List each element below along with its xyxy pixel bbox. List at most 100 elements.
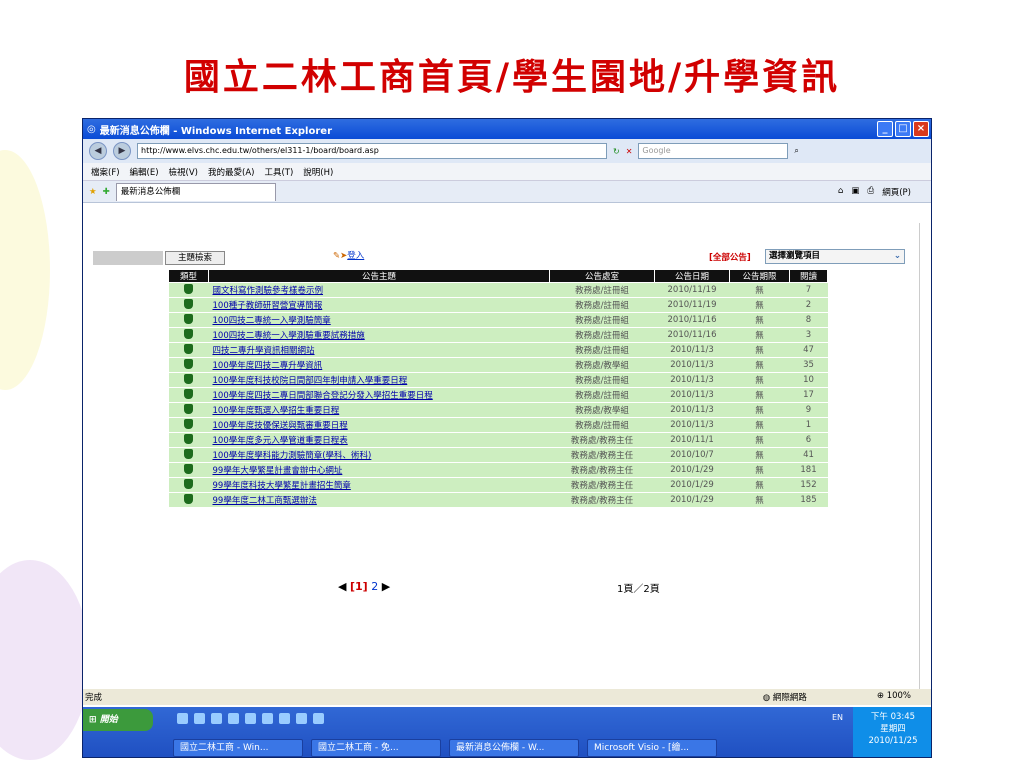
home-icon[interactable]: ⌂ (838, 186, 843, 198)
table-cell: 無 (729, 282, 790, 298)
table-row[interactable]: 100學年度四技二專日間部聯合登記分發入學招生重要日程 教務處/註冊組 2010/1… (168, 387, 828, 403)
menu-tools[interactable]: 工具(T) (264, 166, 293, 178)
search-box[interactable] (93, 251, 163, 265)
notice-subject-link[interactable]: 100學年度四技二專升學資訊 (208, 357, 550, 373)
notice-subject-link[interactable]: 100學年度四技二專日間部聯合登記分發入學招生重要日程 (208, 387, 550, 403)
topic-search-button[interactable]: 主題檢索 (165, 251, 225, 265)
table-cell: 教務處/教務主任 (549, 477, 655, 493)
zoom-level[interactable]: ⊕ 100% (877, 691, 911, 703)
close-button[interactable]: × (913, 121, 929, 137)
back-arrow-icon[interactable]: ◀ (89, 142, 107, 160)
table-row[interactable]: 99學年度二林工商甄選辦法 教務處/教務主任 2010/1/29 無 185 (168, 492, 828, 508)
language-indicator[interactable]: EN (832, 713, 843, 722)
add-favorites-icon[interactable]: ✚ (103, 187, 110, 197)
notice-subject-link[interactable]: 100學年度科技校院日間部四年制申請入學重要日程 (208, 372, 550, 388)
prev-page-icon[interactable]: ◀ (338, 580, 346, 593)
table-row[interactable]: 100學年度技優保送與甄審重要日程 教務處/註冊組 2010/11/3 無 1 (168, 417, 828, 433)
print-icon[interactable]: ⎙ (867, 186, 874, 198)
maximize-button[interactable]: □ (895, 121, 911, 137)
favorites-star-icon[interactable]: ★ (89, 187, 97, 197)
tab-board[interactable]: 最新消息公佈欄 (115, 182, 276, 201)
notice-subject-link[interactable]: 99學年度二林工商甄選辦法 (208, 492, 550, 508)
task-button[interactable]: 國立二林工商 - 免... (311, 739, 441, 757)
menu-view[interactable]: 檢視(V) (169, 166, 198, 178)
notice-subject-link[interactable]: 99學年大學繁星計畫會辦中心網址 (208, 462, 550, 478)
table-row[interactable]: 四技二專升學資訊相關網站 教務處/註冊組 2010/11/3 無 47 (168, 342, 828, 358)
menu-edit[interactable]: 編輯(E) (130, 166, 159, 178)
menu-favorites[interactable]: 我的最愛(A) (208, 166, 254, 178)
all-notice-link[interactable]: [全部公告] (709, 251, 751, 263)
table-row[interactable]: 100四技二專統一入學測驗簡章 教務處/註冊組 2010/11/16 無 8 (168, 312, 828, 328)
url-field[interactable]: http://www.elvs.chc.edu.tw/others/el311-… (137, 143, 607, 159)
table-row[interactable]: 100學年度科技校院日間部四年制申請入學重要日程 教務處/註冊組 2010/11/3… (168, 372, 828, 388)
table-cell: 無 (729, 432, 790, 448)
notice-subject-link[interactable]: 100學年度多元入學管道重要日程表 (208, 432, 550, 448)
minimize-button[interactable]: _ (877, 121, 893, 137)
task-button[interactable]: Microsoft Visio - [繪... (587, 739, 717, 757)
notice-subject-link[interactable]: 100學年度技優保送與甄審重要日程 (208, 417, 550, 433)
notice-subject-link[interactable]: 100學年度學科能力測驗簡章(學科、術科) (208, 447, 550, 463)
table-row[interactable]: 國文科寫作測驗參考樣卷示例 教務處/註冊組 2010/11/19 無 7 (168, 282, 828, 298)
table-row[interactable]: 100四技二專統一入學測驗重要試務措施 教務處/註冊組 2010/11/16 無 3 (168, 327, 828, 343)
table-row[interactable]: 99學年大學繁星計畫會辦中心網址 教務處/教務主任 2010/1/29 無 181 (168, 462, 828, 478)
column-header: 公告日期 (654, 269, 730, 283)
vertical-scrollbar[interactable] (919, 223, 929, 689)
search-icon[interactable]: ⌕ (794, 146, 798, 156)
type-cell (168, 387, 209, 403)
notice-subject-link[interactable]: 100學年度甄選入學招生重要日程 (208, 402, 550, 418)
page-2-link[interactable]: 2 (371, 580, 378, 593)
quick-launch-icon[interactable] (177, 713, 188, 724)
status-text: 完成 (85, 693, 103, 703)
table-cell: 2010/11/19 (654, 297, 730, 313)
table-row[interactable]: 100學年度多元入學管道重要日程表 教務處/教務主任 2010/11/1 無 6 (168, 432, 828, 448)
clock-weekday: 星期四 (880, 724, 906, 734)
table-cell: 無 (729, 477, 790, 493)
menu-help[interactable]: 說明(H) (303, 166, 333, 178)
quick-launch-icon[interactable] (296, 713, 307, 724)
notice-subject-link[interactable]: 國文科寫作測驗參考樣卷示例 (208, 282, 550, 298)
notice-subject-link[interactable]: 四技二專升學資訊相關網站 (208, 342, 550, 358)
login-link[interactable]: ✎➤登入 (333, 249, 364, 261)
type-cell (168, 432, 209, 448)
shield-icon (184, 343, 193, 354)
feeds-icon[interactable]: ▣ (851, 186, 859, 198)
table-row[interactable]: 100學年度學科能力測驗簡章(學科、術科) 教務處/教務主任 2010/10/7 無 4… (168, 447, 828, 463)
quick-launch-icon[interactable] (245, 713, 256, 724)
notice-subject-link[interactable]: 99學年度科技大學繁星計畫招生簡章 (208, 477, 550, 493)
table-row[interactable]: 99學年度科技大學繁星計畫招生簡章 教務處/教務主任 2010/1/29 無 152 (168, 477, 828, 493)
refresh-icon[interactable]: ↻ (613, 147, 620, 156)
quick-launch-icon[interactable] (279, 713, 290, 724)
quick-launch-icon[interactable] (262, 713, 273, 724)
column-header: 公告處室 (549, 269, 655, 283)
start-button[interactable]: ⊞ 開始 (83, 709, 153, 731)
notice-subject-link[interactable]: 100四技二專統一入學測驗重要試務措施 (208, 327, 550, 343)
search-input[interactable]: Google (638, 143, 789, 159)
column-header: 公告主題 (208, 269, 550, 283)
table-cell: 7 (789, 282, 828, 298)
quick-launch-icon[interactable] (194, 713, 205, 724)
quick-launch-icon[interactable] (313, 713, 324, 724)
menu-file[interactable]: 檔案(F) (91, 166, 120, 178)
type-cell (168, 492, 209, 508)
quick-launch-icon[interactable] (228, 713, 239, 724)
stop-icon[interactable]: ✕ (626, 147, 633, 156)
window-titlebar: ◎ 最新消息公佈欄 - Windows Internet Explorer _ … (83, 119, 931, 139)
browse-select[interactable]: 選擇瀏覽項目 ⌄ (765, 249, 905, 264)
forward-arrow-icon[interactable]: ▶ (113, 142, 131, 160)
table-row[interactable]: 100學年度甄選入學招生重要日程 教務處/教學組 2010/11/3 無 9 (168, 402, 828, 418)
quick-launch-icon[interactable] (211, 713, 222, 724)
table-cell: 教務處/註冊組 (549, 282, 655, 298)
notice-subject-link[interactable]: 100四技二專統一入學測驗簡章 (208, 312, 550, 328)
table-row[interactable]: 100種子教師研習營宣導簡報 教務處/註冊組 2010/11/19 無 2 (168, 297, 828, 313)
next-page-icon[interactable]: ▶ (382, 580, 390, 593)
page-content: 主題檢索 ✎➤登入 [全部公告] 選擇瀏覽項目 ⌄ 類型 公告主題 公告處室 公告… (83, 223, 931, 689)
login-icon: ✎➤ (333, 251, 348, 261)
task-button[interactable]: 國立二林工商 - Win... (173, 739, 303, 757)
table-cell: 無 (729, 492, 790, 508)
type-cell (168, 447, 209, 463)
table-cell: 無 (729, 372, 790, 388)
table-row[interactable]: 100學年度四技二專升學資訊 教務處/教學組 2010/11/3 無 35 (168, 357, 828, 373)
page-menu[interactable]: 網頁(P) (882, 186, 911, 198)
task-button[interactable]: 最新消息公佈欄 - W... (449, 739, 579, 757)
notice-subject-link[interactable]: 100種子教師研習營宣導簡報 (208, 297, 550, 313)
